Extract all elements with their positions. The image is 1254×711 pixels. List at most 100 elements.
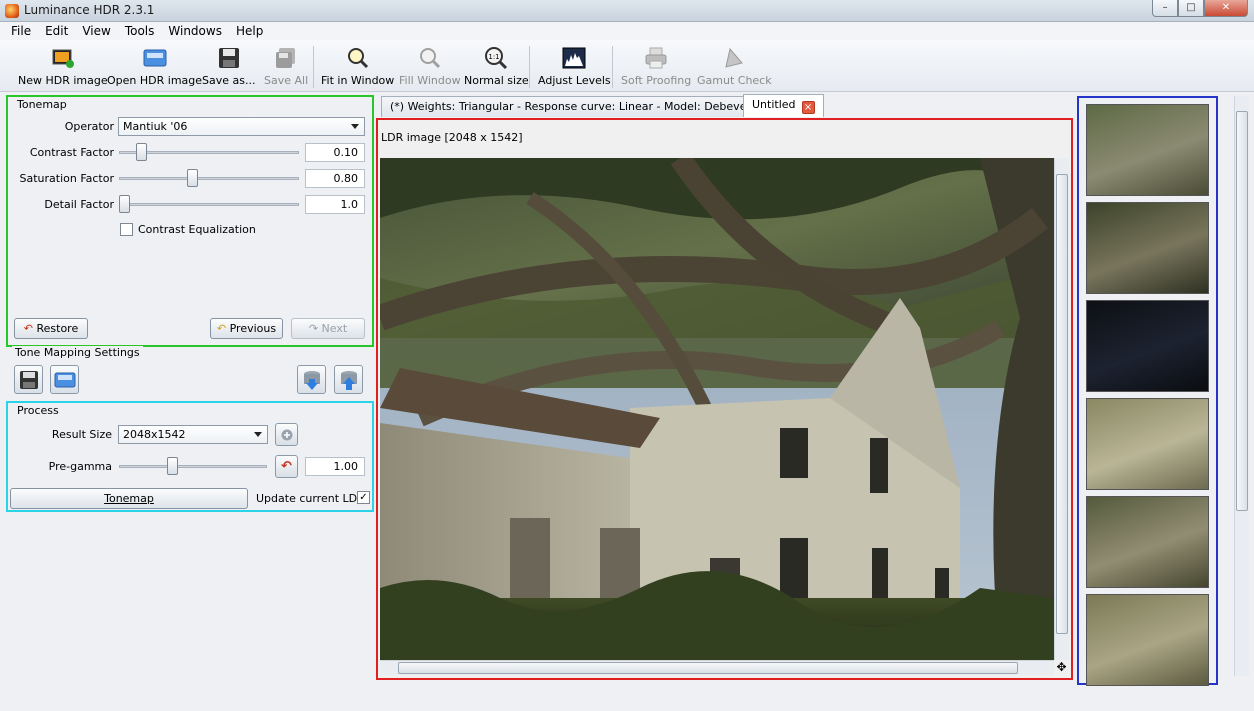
result-size-value: 2048x1542: [123, 428, 186, 441]
gamut-check-button[interactable]: Gamut Check: [697, 46, 772, 87]
preview-thumbnail[interactable]: [1086, 202, 1209, 294]
tonemap-button[interactable]: Tonemap: [10, 488, 248, 509]
open-hdr-icon: [142, 46, 168, 70]
save-all-label: Save All: [264, 74, 309, 87]
reset-pregamma-button[interactable]: ↶: [275, 455, 298, 478]
app-icon: [5, 4, 19, 18]
previous-button[interactable]: ↶ Previous: [210, 318, 283, 339]
pregamma-slider[interactable]: [119, 457, 267, 475]
preview-thumbnail[interactable]: [1086, 496, 1209, 588]
import-settings-button[interactable]: [297, 365, 326, 394]
normal-size-button[interactable]: 1:1 Normal size: [464, 46, 529, 87]
menu-windows[interactable]: Windows: [161, 22, 229, 40]
operator-select[interactable]: Mantiuk '06: [118, 117, 365, 136]
menu-help[interactable]: Help: [229, 22, 270, 40]
menu-bar: File Edit View Tools Windows Help: [0, 22, 1254, 40]
undo-icon: ↶: [281, 459, 292, 474]
detail-factor-input[interactable]: 1.0: [305, 195, 365, 214]
chevron-down-icon: [254, 432, 262, 437]
preview-scrollbar[interactable]: [1234, 96, 1249, 676]
save-as-button[interactable]: Save as...: [202, 46, 255, 87]
contrast-factor-slider[interactable]: [119, 143, 299, 161]
magnifier-disabled-icon: [417, 46, 443, 70]
fit-window-button[interactable]: Fit in Window: [321, 46, 394, 87]
vertical-scrollbar[interactable]: [1054, 158, 1069, 660]
add-size-button[interactable]: [275, 423, 298, 446]
close-icon[interactable]: ×: [801, 101, 815, 114]
load-settings-button[interactable]: [50, 365, 79, 394]
next-label: Next: [321, 322, 348, 335]
saturation-factor-label: Saturation Factor: [19, 172, 114, 185]
title-bar: Luminance HDR 2.3.1 – □ ✕: [0, 0, 1254, 22]
folder-icon: [54, 372, 75, 387]
fill-window-label: Fill Window: [399, 74, 461, 87]
open-hdr-label: Open HDR image: [107, 74, 203, 87]
previous-label: Previous: [229, 322, 277, 335]
horizontal-scrollbar[interactable]: [380, 660, 1054, 675]
pregamma-input[interactable]: 1.00: [305, 457, 365, 476]
scrollbar-thumb[interactable]: [1056, 174, 1068, 634]
normal-size-label: Normal size: [464, 74, 529, 87]
minimize-button[interactable]: –: [1152, 0, 1178, 17]
contrast-factor-label: Contrast Factor: [29, 146, 114, 159]
slider-thumb[interactable]: [136, 143, 147, 161]
next-icon: ↷: [308, 322, 319, 335]
tab-untitled[interactable]: Untitled ×: [743, 94, 824, 117]
adjust-levels-label: Adjust Levels: [538, 74, 611, 87]
preview-thumbnail[interactable]: [1086, 104, 1209, 196]
close-button[interactable]: ✕: [1204, 0, 1248, 17]
contrast-factor-input[interactable]: 0.10: [305, 143, 365, 162]
adjust-levels-button[interactable]: Adjust Levels: [538, 46, 611, 87]
slider-thumb[interactable]: [187, 169, 198, 187]
plus-icon: [281, 429, 292, 440]
slider-thumb[interactable]: [119, 195, 130, 213]
window-title: Luminance HDR 2.3.1: [24, 3, 155, 17]
tab-hdr-weights[interactable]: (*) Weights: Triangular - Response curve…: [381, 96, 781, 117]
scrollbar-thumb[interactable]: [398, 662, 1018, 674]
slider-track: [119, 177, 299, 180]
toolbar-separator: [612, 46, 613, 88]
slider-track: [119, 203, 299, 206]
undo-icon: ↶: [23, 322, 33, 335]
result-size-select[interactable]: 2048x1542: [118, 425, 268, 444]
save-all-icon: [273, 46, 299, 70]
open-hdr-button[interactable]: Open HDR image: [107, 46, 202, 87]
soft-proofing-label: Soft Proofing: [621, 74, 692, 87]
menu-file[interactable]: File: [4, 22, 38, 40]
soft-proofing-button[interactable]: Soft Proofing: [621, 46, 691, 87]
restore-button[interactable]: ↶ Restore: [14, 318, 88, 339]
database-up-icon: [340, 370, 357, 390]
printer-icon: [643, 46, 669, 70]
saturation-factor-input[interactable]: 0.80: [305, 169, 365, 188]
magnifier-icon: [345, 46, 371, 70]
saturation-factor-slider[interactable]: [119, 169, 299, 187]
ldr-image[interactable]: [380, 158, 1054, 660]
settings-title: Tone Mapping Settings: [12, 346, 143, 359]
pan-icon[interactable]: ✥: [1054, 660, 1069, 675]
preview-thumbnail[interactable]: [1086, 594, 1209, 686]
preview-thumbnail[interactable]: [1086, 300, 1209, 392]
result-size-label: Result Size: [51, 428, 112, 441]
slider-thumb[interactable]: [167, 457, 178, 475]
detail-factor-slider[interactable]: [119, 195, 299, 213]
export-settings-button[interactable]: [334, 365, 363, 394]
menu-view[interactable]: View: [75, 22, 117, 40]
next-button[interactable]: ↷ Next: [291, 318, 365, 339]
menu-tools[interactable]: Tools: [118, 22, 162, 40]
process-title: Process: [14, 404, 62, 417]
maximize-button[interactable]: □: [1178, 0, 1204, 17]
scrollbar-thumb[interactable]: [1236, 111, 1248, 511]
floppy-icon: [216, 46, 242, 70]
tonemap-button-label: Tonemap: [104, 492, 154, 505]
save-all-button[interactable]: Save All: [264, 46, 308, 87]
menu-edit[interactable]: Edit: [38, 22, 75, 40]
new-hdr-icon: [50, 46, 76, 70]
update-ldr-checkbox[interactable]: ✓: [357, 491, 370, 504]
new-hdr-button[interactable]: New HDR image: [18, 46, 108, 87]
fit-window-label: Fit in Window: [321, 74, 395, 87]
ldr-caption: LDR image [2048 x 1542]: [381, 131, 523, 144]
preview-thumbnail[interactable]: [1086, 398, 1209, 490]
save-settings-button[interactable]: [14, 365, 43, 394]
fill-window-button[interactable]: Fill Window: [399, 46, 461, 87]
contrast-equalization-checkbox[interactable]: [120, 223, 133, 236]
